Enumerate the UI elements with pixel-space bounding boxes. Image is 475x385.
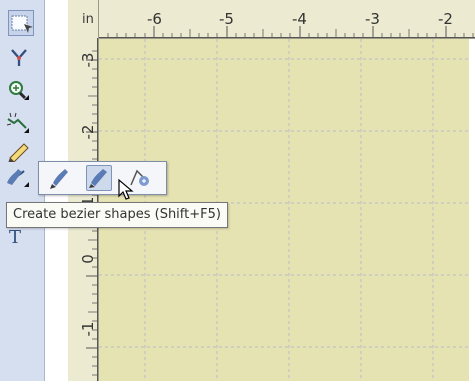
- pick-tool-icon[interactable]: [8, 10, 34, 36]
- zoom-tool-icon[interactable]: [4, 78, 32, 102]
- page-margin: [469, 39, 475, 381]
- ruler-label: -2: [438, 10, 453, 28]
- freehand-tool-icon[interactable]: [4, 111, 32, 135]
- bezier-icon[interactable]: [86, 165, 112, 191]
- ruler-label: -2: [79, 124, 97, 140]
- ruler-label: -6: [147, 10, 162, 28]
- pointer-cursor-icon: [117, 178, 135, 206]
- smart-drawing-tool-icon[interactable]: [4, 138, 32, 163]
- ruler-label: -4: [292, 10, 307, 28]
- svg-text:T: T: [9, 227, 21, 247]
- ruler-label: -1: [79, 321, 97, 337]
- freehand-icon[interactable]: [47, 165, 73, 191]
- ruler-label: -3: [365, 10, 380, 28]
- bezier-pen-tool-icon[interactable]: [4, 165, 32, 189]
- ruler-label: -3: [79, 52, 97, 68]
- ruler-label: -5: [219, 10, 234, 28]
- curve-tool-flyout: [38, 161, 167, 195]
- ruler-label: 0: [79, 254, 97, 264]
- horizontal-ruler[interactable]: [68, 0, 475, 39]
- shape-tool-icon[interactable]: [4, 46, 32, 70]
- ruler-unit-label: in: [82, 12, 94, 27]
